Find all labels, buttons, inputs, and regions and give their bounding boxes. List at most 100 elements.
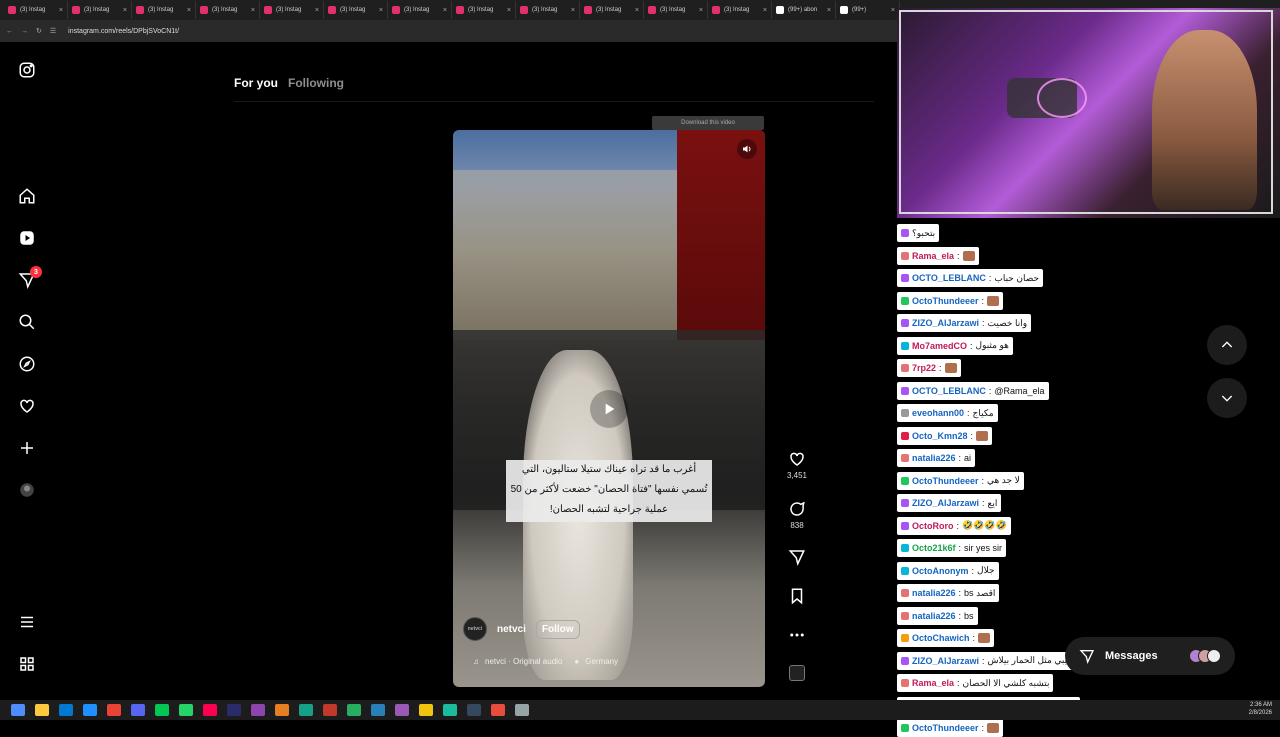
- browser-tab[interactable]: (3) Instag ×: [68, 1, 132, 19]
- browser-tab[interactable]: (3) Instag ×: [580, 1, 644, 19]
- back-icon[interactable]: ←: [6, 28, 13, 35]
- chat-username[interactable]: Octo_Kmn28: [912, 431, 968, 441]
- home-icon[interactable]: [17, 186, 37, 206]
- browser-tab[interactable]: (3) Instag ×: [644, 1, 708, 19]
- browser-tab[interactable]: (99+) abon ×: [772, 1, 836, 19]
- chat-username[interactable]: eveohann00: [912, 408, 964, 418]
- follow-button[interactable]: Follow: [535, 619, 580, 639]
- more-options-button[interactable]: [784, 626, 810, 647]
- browser-tab[interactable]: (3) Instag ×: [4, 1, 68, 19]
- close-tab-icon[interactable]: ×: [123, 7, 127, 14]
- browser-tab[interactable]: (3) Instag ×: [452, 1, 516, 19]
- taskbar-app-icon[interactable]: [83, 704, 97, 716]
- taskbar-app-icon[interactable]: [443, 704, 457, 716]
- browser-tab[interactable]: (3) Instag ×: [708, 1, 772, 19]
- reload-icon[interactable]: ↻: [36, 27, 42, 35]
- previous-reel-button[interactable]: [1207, 325, 1247, 365]
- taskbar-app-icon[interactable]: [323, 704, 337, 716]
- system-clock[interactable]: 2:36 AM 2/8/2026: [1249, 701, 1272, 717]
- close-tab-icon[interactable]: ×: [571, 7, 575, 14]
- chat-username[interactable]: Rama_ela: [912, 678, 954, 688]
- taskbar-app-icon[interactable]: [131, 704, 145, 716]
- share-button[interactable]: [784, 548, 810, 569]
- taskbar-app-icon[interactable]: [227, 704, 241, 716]
- chat-username[interactable]: Mo7amedCO: [912, 341, 967, 351]
- chat-username[interactable]: ZIZO_AlJarzawi: [912, 498, 979, 508]
- download-video-button[interactable]: Download this video: [652, 116, 764, 130]
- messages-button[interactable]: Messages: [1065, 637, 1235, 675]
- start-icon[interactable]: [11, 704, 25, 716]
- close-tab-icon[interactable]: ×: [315, 7, 319, 14]
- browser-tab[interactable]: (3) Instag ×: [516, 1, 580, 19]
- chat-username[interactable]: Octo21k6f: [912, 543, 956, 553]
- taskbar-app-icon[interactable]: [203, 704, 217, 716]
- chat-username[interactable]: OCTO_LEBLANC: [912, 273, 986, 283]
- chat-username[interactable]: OctoThundeeer: [912, 296, 979, 306]
- volume-icon[interactable]: [737, 139, 757, 159]
- chat-username[interactable]: OCTO_LEBLANC: [912, 386, 986, 396]
- close-tab-icon[interactable]: ×: [699, 7, 703, 14]
- url-text[interactable]: instagram.com/reels/DPbjSVoCN1t/: [68, 28, 179, 35]
- tab-following[interactable]: Following: [288, 76, 344, 90]
- search-icon[interactable]: [17, 312, 37, 332]
- chat-username[interactable]: ZIZO_AlJarzawi: [912, 318, 979, 328]
- forward-icon[interactable]: →: [21, 28, 28, 35]
- taskbar-app-icon[interactable]: [467, 704, 481, 716]
- taskbar-app-icon[interactable]: [419, 704, 433, 716]
- close-tab-icon[interactable]: ×: [379, 7, 383, 14]
- play-icon[interactable]: [590, 390, 628, 428]
- chat-username[interactable]: OctoThundeeer: [912, 723, 979, 733]
- heart-icon[interactable]: [17, 396, 37, 416]
- taskbar-app-icon[interactable]: [35, 704, 49, 716]
- close-tab-icon[interactable]: ×: [763, 7, 767, 14]
- chat-username[interactable]: natalia226: [912, 453, 956, 463]
- browser-address-bar[interactable]: ← → ↻ ☰ instagram.com/reels/DPbjSVoCN1t/: [0, 20, 900, 42]
- browser-tab[interactable]: (3) Instag ×: [324, 1, 388, 19]
- close-tab-icon[interactable]: ×: [443, 7, 447, 14]
- next-reel-button[interactable]: [1207, 378, 1247, 418]
- chat-username[interactable]: ZIZO_AlJarzawi: [912, 656, 979, 666]
- taskbar-app-icon[interactable]: [299, 704, 313, 716]
- taskbar-app-icon[interactable]: [179, 704, 193, 716]
- chat-username[interactable]: natalia226: [912, 588, 956, 598]
- close-tab-icon[interactable]: ×: [827, 7, 831, 14]
- author-username[interactable]: netvci: [497, 624, 526, 635]
- like-button[interactable]: 3,451: [784, 450, 810, 480]
- save-button[interactable]: [784, 587, 810, 608]
- taskbar-app-icon[interactable]: [491, 704, 505, 716]
- browser-tab[interactable]: (3) Instag ×: [196, 1, 260, 19]
- instagram-logo-icon[interactable]: [17, 60, 37, 80]
- chat-username[interactable]: natalia226: [912, 611, 956, 621]
- create-plus-icon[interactable]: [17, 438, 37, 458]
- chat-username[interactable]: Rama_ela: [912, 251, 954, 261]
- taskbar-app-icon[interactable]: [59, 704, 73, 716]
- close-tab-icon[interactable]: ×: [187, 7, 191, 14]
- chat-username[interactable]: 7rp22: [912, 363, 936, 373]
- browser-tab[interactable]: (3) Instag ×: [260, 1, 324, 19]
- site-info-icon[interactable]: ☰: [50, 27, 56, 35]
- chat-username[interactable]: OctoAnonym: [912, 566, 969, 576]
- chat-username[interactable]: OctoChawich: [912, 633, 970, 643]
- audio-label[interactable]: netvci · Original audio: [485, 657, 562, 666]
- profile-avatar[interactable]: [17, 480, 37, 500]
- chat-username[interactable]: OctoThundeeer: [912, 476, 979, 486]
- taskbar-app-icon[interactable]: [515, 704, 529, 716]
- close-tab-icon[interactable]: ×: [635, 7, 639, 14]
- taskbar-app-icon[interactable]: [275, 704, 289, 716]
- taskbar-app-icon[interactable]: [251, 704, 265, 716]
- location-label[interactable]: Germany: [585, 657, 618, 666]
- menu-icon[interactable]: [17, 612, 37, 632]
- chat-username[interactable]: OctoRoro: [912, 521, 954, 531]
- author-avatar[interactable]: netvci: [463, 617, 487, 641]
- browser-tab[interactable]: (3) Instag ×: [388, 1, 452, 19]
- close-tab-icon[interactable]: ×: [891, 7, 895, 14]
- taskbar-app-icon[interactable]: [371, 704, 385, 716]
- browser-tab[interactable]: (99+) ×: [836, 1, 900, 19]
- audio-thumbnail[interactable]: [789, 665, 805, 681]
- close-tab-icon[interactable]: ×: [59, 7, 63, 14]
- tab-for-you[interactable]: For you: [234, 76, 278, 90]
- close-tab-icon[interactable]: ×: [507, 7, 511, 14]
- apps-grid-icon[interactable]: [17, 654, 37, 674]
- taskbar-app-icon[interactable]: [155, 704, 169, 716]
- explore-compass-icon[interactable]: [17, 354, 37, 374]
